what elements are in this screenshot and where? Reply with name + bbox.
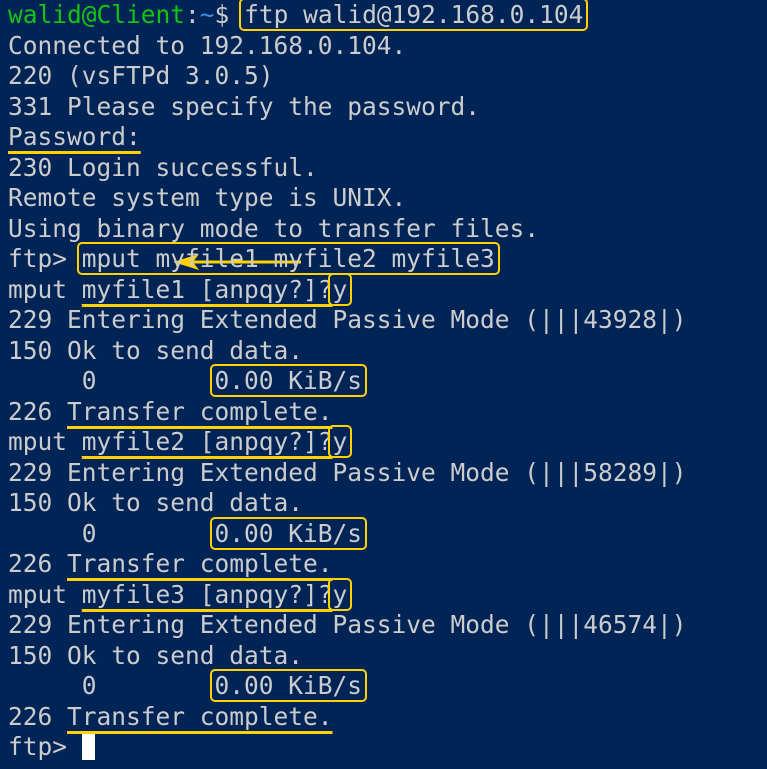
bytes-transferred: 0: [8, 366, 97, 395]
mput-answer-highlight: y: [327, 577, 353, 611]
prompt-separator: :: [185, 0, 200, 29]
transfer-stats-line: 0 0.00 KiB/s: [8, 364, 767, 397]
mput-answer-highlight: y: [327, 272, 353, 306]
mput-prefix: mput: [8, 579, 82, 609]
output-226: 226 Transfer complete.: [8, 702, 767, 733]
output-remote-type: Remote system type is UNIX.: [8, 183, 407, 212]
output-230: 230 Login successful.: [8, 152, 318, 182]
prompt-path: ~: [199, 0, 215, 29]
terminal-window[interactable]: walid@Client:~$ ftp walid@192.168.0.104 …: [8, 0, 767, 763]
password-label-underlined: Password:: [8, 122, 141, 151]
transfer-complete-underlined: Transfer complete.: [67, 701, 333, 731]
text-cursor: [81, 734, 95, 760]
final-ftp-prompt-line[interactable]: ftp>: [8, 732, 767, 763]
shell-prompt-line: walid@Client:~$ ftp walid@192.168.0.104: [8, 0, 767, 31]
transfer-rate-highlight: 0.00 KiB/s: [209, 516, 368, 550]
output-binary-mode: Using binary mode to transfer files.: [8, 213, 540, 243]
bytes-transferred: 0: [8, 671, 97, 700]
output-229: 229 Entering Extended Passive Mode (|||4…: [8, 610, 687, 639]
output-220: 220 (vsFTPd 3.0.5): [8, 61, 274, 90]
output-229: 229 Entering Extended Passive Mode (|||5…: [8, 457, 687, 487]
bytes-transferred: 0: [8, 518, 97, 548]
transfer-rate-highlight: 0.00 KiB/s: [209, 364, 368, 397]
mput-question-line: mput myfile1 [anpqy?]?y: [8, 272, 767, 306]
output-connected: Connected to 192.168.0.104.: [8, 30, 407, 60]
output-229: 229 Entering Extended Passive Mode (|||4…: [8, 305, 687, 334]
transfer-stats-line: 0 0.00 KiB/s: [8, 669, 767, 702]
mput-question-underlined: myfile2 [anpqy?]?: [81, 427, 333, 456]
ftp-prompt: ftp>: [8, 732, 82, 761]
output-226: 226 Transfer complete.: [8, 549, 767, 580]
transfer-stats-line: 0 0.00 KiB/s: [8, 516, 767, 550]
prompt-user-host: walid@Client: [8, 0, 186, 29]
ftp-prompt: ftp>: [8, 244, 82, 273]
mput-answer-highlight: y: [327, 425, 353, 458]
mput-question-underlined: myfile3 [anpqy?]?: [81, 579, 333, 609]
output-226: 226 Transfer complete.: [8, 397, 767, 428]
mput-question-line: mput myfile2 [anpqy?]?y: [8, 425, 767, 458]
mput-question-line: mput myfile3 [anpqy?]?y: [8, 577, 767, 611]
code-226: 226: [8, 396, 68, 426]
mput-command-highlight: mput myfile1 myfile2 myfile3: [76, 242, 500, 275]
output-150: 150 Ok to send data.: [8, 488, 304, 517]
transfer-rate-highlight: 0.00 KiB/s: [209, 669, 368, 702]
output-150: 150 Ok to send data.: [8, 640, 304, 670]
transfer-complete-underlined: Transfer complete.: [67, 549, 333, 578]
password-line: Password:: [8, 122, 767, 270]
code-226: 226: [8, 549, 68, 578]
output-331: 331 Please specify the password.: [8, 91, 481, 121]
transfer-complete-underlined: Transfer complete.: [67, 396, 333, 426]
ftp-command-highlight: ftp walid@192.168.0.104: [239, 0, 589, 31]
code-226: 226: [8, 701, 68, 731]
prompt-symbol: $: [214, 0, 245, 29]
ftp-mput-line: ftp> mput myfile1 myfile2 myfile3: [8, 242, 767, 275]
mput-prefix: mput: [8, 427, 82, 456]
mput-prefix: mput: [8, 274, 82, 304]
output-150: 150 Ok to send data.: [8, 335, 304, 365]
mput-question-underlined: myfile1 [anpqy?]?: [81, 274, 333, 304]
